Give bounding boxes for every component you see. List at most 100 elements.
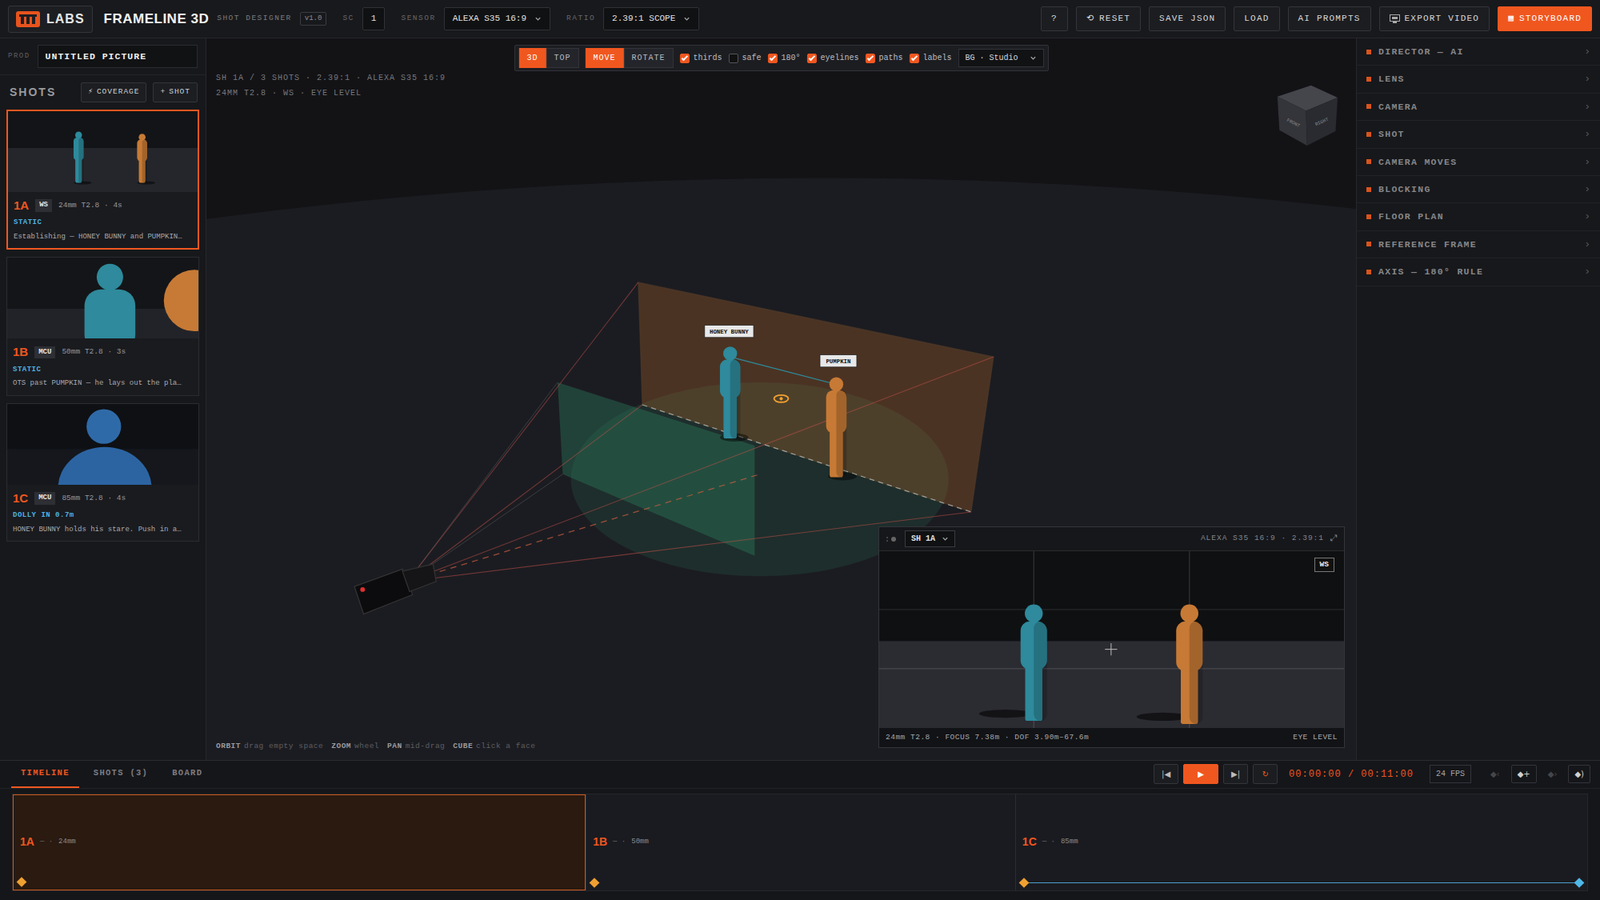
cube-face-label[interactable]: FRONT xyxy=(1285,117,1301,129)
mode-button[interactable]: ROTATE xyxy=(623,48,673,68)
panel-section[interactable]: AXIS — 180° RULE› xyxy=(1356,258,1600,286)
expand-icon[interactable]: ⤢ xyxy=(1330,532,1338,546)
overlay-toggle[interactable]: labels xyxy=(909,52,952,64)
panel-section[interactable]: CAMERA› xyxy=(1356,93,1600,121)
shot-card[interactable]: 1CMCU85mm T2.8 · 4sDOLLY IN 0.7mHONEY BU… xyxy=(6,403,200,543)
fps-select[interactable]: 24 FPS xyxy=(1429,764,1472,784)
background-select[interactable]: BG · Studio xyxy=(958,48,1044,68)
production-title[interactable]: UNTITLED PICTURE xyxy=(37,44,198,68)
shot-thumbnail xyxy=(7,257,199,339)
overlay-toggle[interactable]: 180° xyxy=(768,52,801,64)
figure-honey-bunny[interactable] xyxy=(720,346,741,439)
ratio-select[interactable]: 2.39:1 SCOPE xyxy=(603,7,700,31)
figure-pumpkin[interactable] xyxy=(1176,604,1203,724)
figure-pumpkin[interactable] xyxy=(136,133,148,183)
grip-icon[interactable] xyxy=(885,535,899,544)
action-icon: + xyxy=(160,86,166,98)
preview-shot-select[interactable]: SH 1A xyxy=(904,530,956,548)
production-row: PROD UNTITLED PICTURE xyxy=(0,38,206,76)
toggle-checkbox[interactable] xyxy=(768,53,778,64)
toolbar-button[interactable]: LOAD xyxy=(1233,6,1280,32)
keyframe-marker[interactable] xyxy=(16,876,28,888)
keyframe-button[interactable]: ◆+ xyxy=(1511,764,1537,784)
app-subtitle: SHOT DESIGNER xyxy=(216,12,292,24)
shots-action-button[interactable]: +SHOT xyxy=(152,82,198,102)
toolbar-button[interactable]: AI PROMPTS xyxy=(1288,6,1372,32)
chevron-down-icon xyxy=(1029,54,1037,62)
button-icon: ⟲ xyxy=(1086,12,1095,26)
overlay-toggle[interactable]: eyelines xyxy=(807,52,860,64)
panel-section[interactable]: DIRECTOR — AI› xyxy=(1356,38,1600,66)
section-label: CAMERA MOVES xyxy=(1378,155,1577,169)
top-bar: LABSFRAMELINE 3DSHOT DESIGNERv1.0SC1SENS… xyxy=(0,0,1600,39)
panel-section[interactable]: SHOT› xyxy=(1356,120,1600,148)
toolbar-button[interactable]: SAVE JSON xyxy=(1148,6,1226,32)
section-bullet xyxy=(1366,214,1372,220)
chevron-icon: › xyxy=(1584,154,1591,171)
prod-label: PROD xyxy=(8,51,31,63)
button-icon: ▦ xyxy=(1508,12,1515,26)
viewport[interactable]: HONEY BUNNYPUMPKINFRONTRIGHT3DTOPMOVEROT… xyxy=(206,38,1356,760)
view-button[interactable]: TOP xyxy=(545,48,579,68)
logo[interactable]: LABS xyxy=(8,5,93,33)
toggle-checkbox[interactable] xyxy=(865,53,876,64)
transport-button[interactable]: |◀ xyxy=(1153,764,1179,784)
toggle-checkbox[interactable] xyxy=(728,53,738,64)
timeline-segment[interactable]: 1C— ·85mm xyxy=(1015,794,1588,891)
scene-input[interactable]: 1 xyxy=(362,7,386,31)
figure-honey-bunny[interactable] xyxy=(73,131,84,183)
timeline-segment[interactable]: 1B— ·50mm xyxy=(585,794,1016,891)
figure-pumpkin[interactable] xyxy=(826,377,848,478)
camera[interactable] xyxy=(354,564,436,615)
transport-button[interactable]: ▶| xyxy=(1223,764,1248,784)
figure-honey-bunny[interactable] xyxy=(1020,604,1048,721)
shot-card[interactable]: 1BMCU50mm T2.8 · 3sSTATICOTS past PUMPKI… xyxy=(6,256,200,396)
overlay-toggle[interactable]: safe xyxy=(728,52,761,64)
keyframe-marker[interactable] xyxy=(1574,877,1585,888)
toolbar-button[interactable]: ▦ STORYBOARD xyxy=(1497,6,1592,32)
section-label: AXIS — 180° RULE xyxy=(1378,264,1577,279)
timeline-tab[interactable]: SHOTS (3) xyxy=(84,760,158,788)
shot-card[interactable]: 1AWS24mm T2.8 · 4sSTATICEstablishing — H… xyxy=(6,109,200,251)
shots-action-button[interactable]: ⚡COVERAGE xyxy=(80,82,147,102)
hint: ORBITdrag empty space xyxy=(216,740,324,752)
button-label: LOAD xyxy=(1244,12,1269,26)
hint: ZOOMwheel xyxy=(331,740,380,752)
camera-preview[interactable]: SH 1AALEXA S35 16:9 · 2.39:1⤢WS24mm T2.8… xyxy=(878,526,1345,748)
toggle-checkbox[interactable] xyxy=(909,53,920,64)
timeline-segment[interactable]: 1A— ·24mm xyxy=(12,794,586,891)
chevron-icon: › xyxy=(1584,44,1591,60)
focus-target[interactable] xyxy=(774,395,789,403)
hint: PANmid-drag xyxy=(387,740,445,752)
panel-section[interactable]: FLOOR PLAN› xyxy=(1356,203,1600,231)
panel-section[interactable]: LENS› xyxy=(1356,65,1600,93)
transport-button[interactable]: ▶ xyxy=(1183,764,1219,784)
toolbar-button[interactable]: EXPORT VIDEO xyxy=(1379,6,1491,32)
panel-section[interactable]: BLOCKING› xyxy=(1356,176,1600,204)
toolbar-button[interactable]: ? xyxy=(1040,6,1068,32)
shot-id: 1A xyxy=(13,196,29,216)
toolbar-button[interactable]: ⟲RESET xyxy=(1076,6,1141,32)
keyframe-marker[interactable] xyxy=(1018,877,1029,888)
panel-section[interactable]: REFERENCE FRAME› xyxy=(1356,231,1600,259)
mode-button[interactable]: MOVE xyxy=(584,48,624,68)
keyframe-button[interactable]: ◆) xyxy=(1568,764,1591,784)
keyframe-marker[interactable] xyxy=(589,877,600,888)
timeline-tab[interactable]: BOARD xyxy=(162,760,212,788)
toggle-checkbox[interactable] xyxy=(679,53,689,64)
segment-id: 1A xyxy=(20,833,35,851)
overlay-toggle[interactable]: thirds xyxy=(679,52,722,64)
button-label: STORYBOARD xyxy=(1519,12,1582,26)
cube-face-label[interactable]: RIGHT xyxy=(1314,116,1330,128)
action-icon: ⚡ xyxy=(88,86,94,98)
view-button[interactable]: 3D xyxy=(518,48,546,68)
panel-section[interactable]: CAMERA MOVES › xyxy=(1356,148,1600,176)
sensor-select[interactable]: ALEXA S35 16:9 xyxy=(444,7,551,31)
transport-button[interactable]: ↻ xyxy=(1252,764,1278,784)
shot-size-badge: WS xyxy=(35,199,52,212)
mode-toggle: MOVEROTATE xyxy=(584,48,673,68)
overlay-toggle[interactable]: paths xyxy=(865,52,904,64)
timeline-tab[interactable]: TIMELINE xyxy=(11,760,80,788)
toggle-checkbox[interactable] xyxy=(807,53,817,64)
view-cube[interactable]: FRONT RIGHT xyxy=(1277,85,1338,146)
